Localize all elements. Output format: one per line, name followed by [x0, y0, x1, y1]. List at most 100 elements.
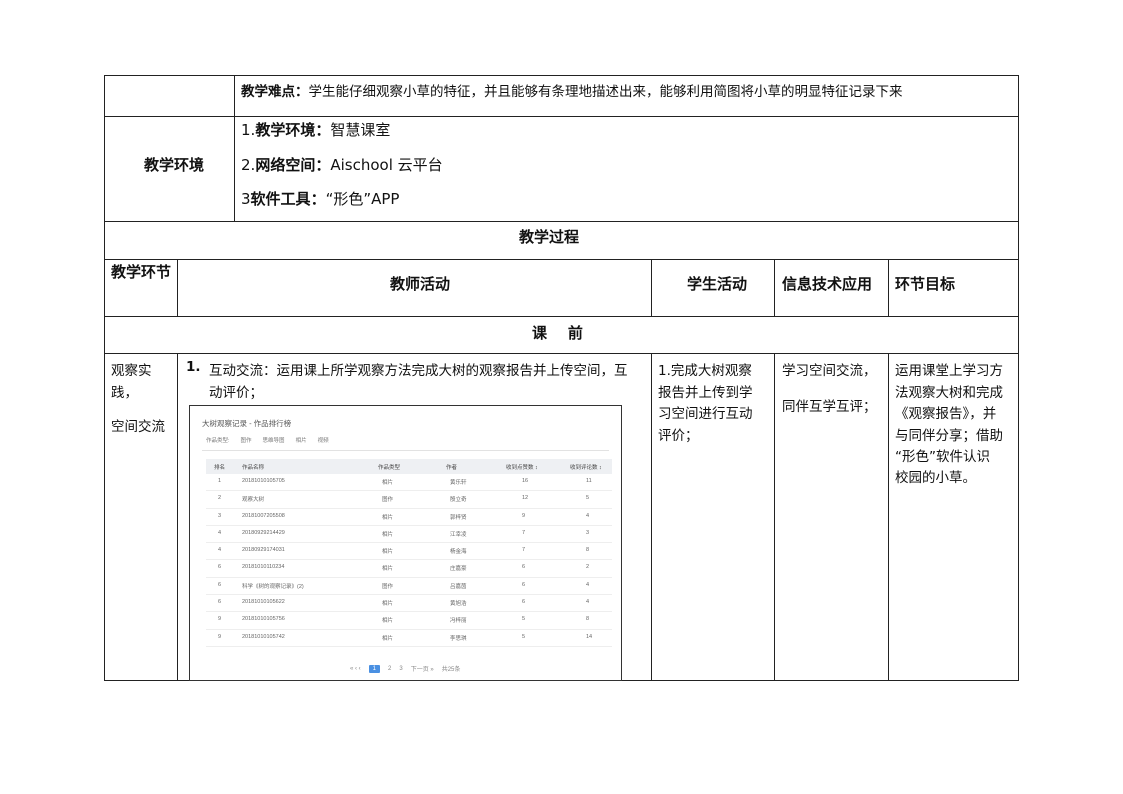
pager-page[interactable]: 3	[399, 666, 402, 672]
tech-line: 学习空间交流，	[782, 363, 877, 379]
table-cell: 相片	[382, 601, 394, 608]
table-cell: 李思琪	[450, 635, 467, 642]
environment-item-1: 1.教学环境：智慧课室	[241, 119, 390, 140]
filter-option: 相片	[295, 438, 307, 444]
table-cell: 黄乐轩	[450, 480, 467, 486]
table-cell: 16	[522, 478, 529, 484]
table-cell: 20180929174031	[242, 547, 285, 554]
pagination: « ‹ ‹ 1 2 3 下一页 » 共25条	[350, 664, 460, 673]
goal-line: 法观察大树和完成	[895, 385, 1003, 401]
table-cell: 9	[218, 633, 222, 640]
difficulty-text: 学生能仔细观察小草的特征，并且能够有条理地描述出来，能够利用简图将小草的明显特征…	[308, 84, 903, 100]
table-cell: 冯梓丽	[450, 618, 467, 625]
ranking-rows: 1 20181010105705 相片 黄乐轩 16 11 2 观察大树 图作 殷立奇 12 5 3 20…	[206, 474, 612, 647]
header-cell: 作品类型	[378, 465, 401, 471]
table-cell: 4	[586, 512, 590, 519]
table-cell: 江幸凌	[450, 531, 467, 538]
table-cell: 图作	[382, 583, 394, 590]
pager-page-current[interactable]: 1	[368, 664, 381, 673]
goal-line: 《观察报告》，并	[895, 406, 997, 422]
table-cell: 相片	[382, 480, 394, 486]
table-row: 3 20181007205508 相片 郭梓贤 9 4	[206, 509, 612, 526]
table-cell: 6	[218, 581, 222, 588]
header-cell: 排名	[214, 465, 226, 471]
stage-line: 空间交流	[111, 419, 165, 435]
table-cell: 1	[218, 478, 222, 484]
env-prefix: 1.	[241, 121, 256, 139]
column-header-tech: 信息技术应用	[782, 275, 873, 293]
section-title: 课 前	[532, 324, 583, 342]
environment-item-3: 3软件工具：“形色”APP	[241, 188, 399, 209]
stage-line: 践，	[111, 385, 138, 401]
table-row: 4 20180929214429 相片 江幸凌 7 3	[206, 526, 612, 544]
table-cell: 科学《树的观察记录》(2)	[242, 583, 304, 590]
col-border	[234, 75, 235, 221]
table-cell: 相片	[382, 566, 394, 573]
ranking-divider	[202, 450, 609, 451]
col-border	[888, 259, 889, 316]
table-cell: 5	[586, 495, 590, 502]
table-cell: 3	[586, 529, 590, 536]
teacher-text-line: 互动交流：运用课上所学观察方法完成大树的观察报告并上传空间，互	[209, 363, 628, 379]
col-border	[177, 259, 178, 316]
table-cell: 14	[586, 633, 593, 640]
tech-line: 同伴互学互评；	[782, 399, 877, 415]
header-cell: 作者	[446, 465, 458, 471]
ranking-title: 大树观察记录 - 作品排行榜	[202, 419, 292, 428]
env-label: 网络空间	[255, 156, 316, 174]
table-cell: 黄旭浩	[450, 601, 467, 608]
goal-line: “形色”软件认识	[895, 449, 990, 465]
row-border	[104, 221, 1019, 222]
table-cell: 4	[586, 581, 590, 588]
pager-prev[interactable]: « ‹ ‹	[350, 666, 361, 672]
table-cell: 7	[522, 547, 526, 554]
env-label: 软件工具	[250, 190, 311, 208]
table-cell: 20181010105622	[242, 599, 285, 606]
col-border	[651, 259, 652, 316]
column-header-student: 学生活动	[687, 275, 748, 293]
env-prefix: 3	[241, 190, 251, 208]
table-cell: 20181010105756	[242, 616, 285, 623]
table-cell: 相片	[382, 514, 394, 521]
col-border	[774, 259, 775, 316]
table-cell: 6	[522, 599, 526, 606]
table-row: 1 20181010105705 相片 黄乐轩 16 11	[206, 474, 612, 492]
env-label: 教学环境	[255, 121, 316, 139]
difficulty-row: 教学难点：学生能仔细观察小草的特征，并且能够有条理地描述出来，能够利用简图将小草…	[241, 80, 903, 100]
column-header-goal: 环节目标	[895, 275, 956, 293]
table-row: 6 20181010105622 相片 黄旭浩 6 4	[206, 595, 612, 613]
table-cell: 9	[522, 512, 526, 519]
env-sep: ：	[315, 156, 331, 174]
table-cell: 8	[586, 547, 590, 554]
env-value: “形色”APP	[325, 190, 400, 208]
table-cell: 2	[218, 495, 222, 502]
embedded-ranking-screenshot: 大树观察记录 - 作品排行榜 作品类型: 图作 思维导图 相片 视频 排名 作品…	[189, 405, 622, 681]
table-cell: 2	[586, 564, 590, 571]
table-cell: 20181010105705	[242, 478, 285, 484]
table-row: 4 20180929174031 相片 杨金海 7 8	[206, 543, 612, 561]
student-line: 习空间进行互动	[658, 406, 753, 422]
pager-next[interactable]: 下一页 »	[411, 664, 434, 673]
col-border	[651, 353, 652, 681]
col-border	[774, 353, 775, 681]
pager-page[interactable]: 2	[388, 666, 391, 672]
pager-total: 共25条	[441, 667, 461, 673]
table-cell: 3	[218, 512, 222, 519]
table-row: 6 20181010110234 相片 庄嘉豪 6 2	[206, 560, 612, 578]
table-cell: 殷立奇	[450, 497, 467, 504]
env-sep: ：	[310, 190, 326, 208]
ranking-filters: 作品类型: 图作 思维导图 相片 视频	[206, 436, 329, 444]
env-prefix: 2.	[241, 156, 256, 174]
student-line: 1.完成大树观察	[658, 363, 752, 379]
row-border	[104, 259, 1019, 260]
table-cell: 郭梓贤	[450, 514, 467, 521]
ranking-table: 排名 作品名称 作品类型 作者 收到点赞数 ↕ 收到评论数 ↕ 1 2018101…	[206, 459, 612, 647]
table-cell: 4	[218, 547, 222, 554]
table-cell: 20181010110234	[242, 564, 285, 571]
goal-line: 运用课堂上学习方	[895, 363, 1003, 379]
environment-item-2: 2.网络空间：Aischool 云平台	[241, 154, 443, 175]
table-cell: 相片	[382, 618, 394, 625]
table-cell: 5	[522, 616, 526, 623]
teacher-text-line: 动评价；	[209, 385, 263, 401]
table-cell: 相片	[382, 549, 394, 556]
